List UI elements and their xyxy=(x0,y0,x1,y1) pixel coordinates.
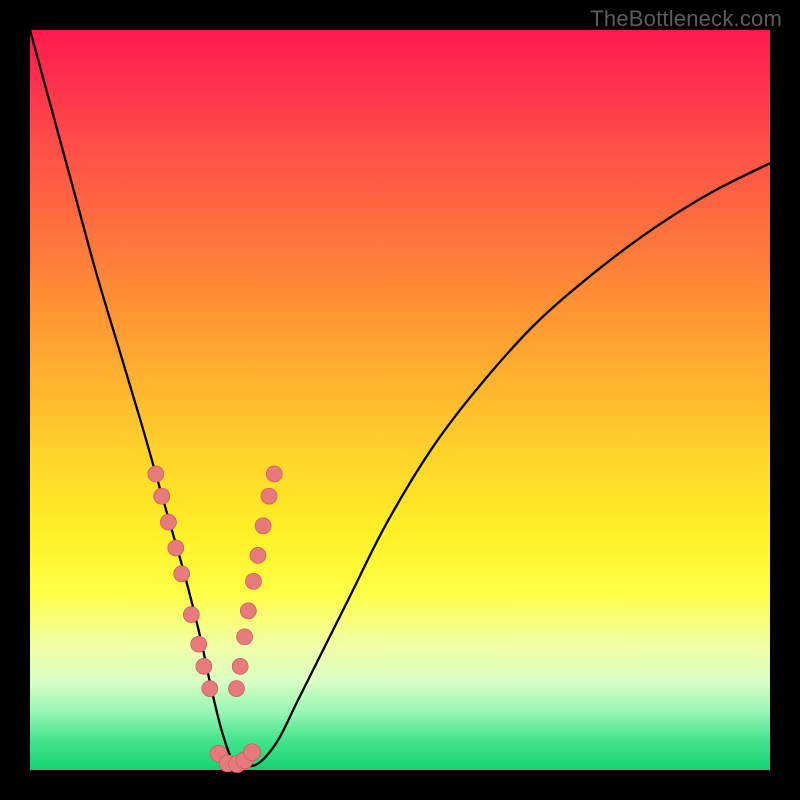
data-dot xyxy=(228,681,244,697)
data-dot xyxy=(191,636,207,652)
data-dot xyxy=(196,658,212,674)
data-dot xyxy=(240,603,256,619)
data-dot xyxy=(250,547,266,563)
bottleneck-curve xyxy=(30,30,770,770)
curve-path xyxy=(30,30,770,767)
data-dot xyxy=(232,658,248,674)
data-dot xyxy=(266,466,282,482)
watermark-text: TheBottleneck.com xyxy=(590,6,782,32)
data-dot xyxy=(244,744,261,761)
data-dot xyxy=(168,540,184,556)
plot-area xyxy=(30,30,770,770)
data-dot xyxy=(148,466,164,482)
data-dot xyxy=(245,573,261,589)
data-dot xyxy=(202,681,218,697)
data-dot xyxy=(154,488,170,504)
data-dot xyxy=(174,566,190,582)
data-dot xyxy=(255,518,271,534)
chart-frame: TheBottleneck.com xyxy=(0,0,800,800)
data-dot xyxy=(183,607,199,623)
data-dot xyxy=(237,629,253,645)
data-dot xyxy=(160,514,176,530)
data-dot xyxy=(261,488,277,504)
